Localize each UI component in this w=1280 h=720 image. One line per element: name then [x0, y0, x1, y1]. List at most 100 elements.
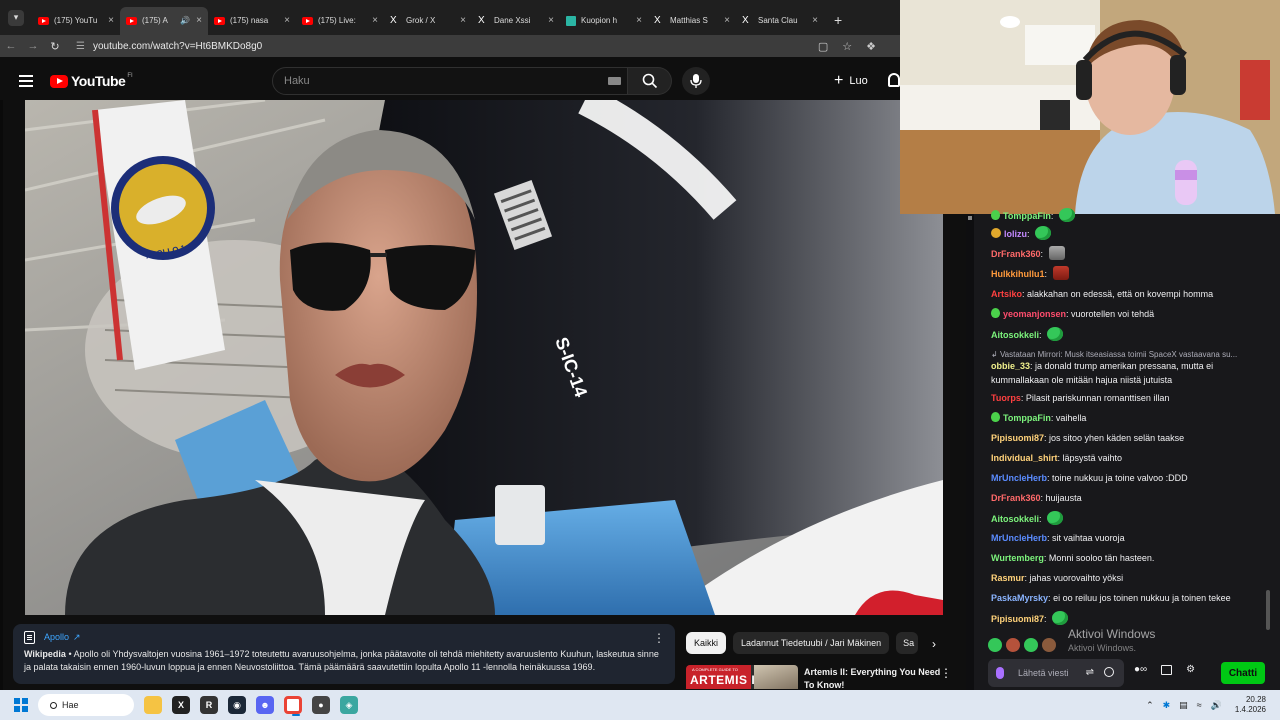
- chat-scrollbar[interactable]: [966, 214, 974, 690]
- url-field[interactable]: ☰ youtube.com/watch?v=Ht6BMKDo8g0: [76, 41, 818, 52]
- chrome-icon[interactable]: [284, 696, 302, 716]
- chevron-right-icon[interactable]: ›: [932, 637, 936, 651]
- chat-emote-icon[interactable]: [1048, 246, 1065, 260]
- network-icon[interactable]: ▤: [1179, 700, 1188, 711]
- bookmark-star-icon[interactable]: ☆: [842, 40, 852, 53]
- chat-username[interactable]: Hulkkihullu1: [991, 269, 1045, 279]
- file-explorer-icon[interactable]: [144, 696, 162, 714]
- close-tab-icon[interactable]: ×: [812, 15, 818, 26]
- emote-icon[interactable]: [1042, 638, 1056, 652]
- page-scrollbar[interactable]: [1266, 590, 1270, 630]
- chat-username[interactable]: MrUncleHerb: [991, 473, 1047, 483]
- discord-icon[interactable]: ☻: [256, 696, 274, 714]
- browser-tab[interactable]: (175) Live: ×: [296, 7, 384, 35]
- browser-tab[interactable]: (175) A 🔊 ×: [120, 6, 208, 35]
- chat-message-input[interactable]: Lähetä viesti ⇌: [988, 659, 1124, 687]
- wifi-icon[interactable]: ≈: [1197, 700, 1202, 710]
- menu-icon[interactable]: [19, 75, 33, 87]
- settings-gear-icon[interactable]: ⚙: [1186, 664, 1195, 675]
- chevron-up-icon[interactable]: ⌃: [1146, 700, 1154, 711]
- recommended-video-title[interactable]: Artemis II: Everything You Need To Know!: [804, 666, 944, 689]
- chat-username[interactable]: obbie_33: [991, 361, 1030, 371]
- close-tab-icon[interactable]: ×: [636, 15, 642, 26]
- info-panel-title[interactable]: Apollo: [44, 631, 69, 644]
- new-tab-button[interactable]: +: [834, 12, 842, 28]
- chat-username[interactable]: Tuorps: [991, 393, 1021, 403]
- chat-username[interactable]: Individual_shirt: [991, 453, 1058, 463]
- chat-username[interactable]: Pipisuomi87: [991, 433, 1044, 443]
- forward-button[interactable]: →: [22, 40, 44, 52]
- video-player[interactable]: S-IC-14 APOLLO 1: [25, 100, 943, 615]
- gold-badge-icon[interactable]: [991, 228, 1001, 238]
- browser-tab[interactable]: (175) YouTu ×: [32, 7, 120, 35]
- more-options-icon[interactable]: ⋮: [653, 632, 665, 645]
- chat-username[interactable]: DrFrank360: [991, 493, 1041, 503]
- site-info-icon[interactable]: ☰: [76, 41, 85, 52]
- tab-search-button[interactable]: ▾: [8, 9, 24, 26]
- close-tab-icon[interactable]: ×: [108, 15, 114, 26]
- browser-tab[interactable]: X Dane Xssi ×: [472, 7, 560, 35]
- chat-username[interactable]: MrUncleHerb: [991, 533, 1047, 543]
- info-panel-header[interactable]: Apollo ↗: [24, 631, 665, 644]
- app-icon[interactable]: ◈: [340, 696, 358, 714]
- video-options-icon[interactable]: ⋮: [940, 666, 952, 680]
- search-button[interactable]: [628, 67, 672, 95]
- chat-username[interactable]: TomppaFin: [1003, 413, 1051, 423]
- obs-icon[interactable]: ●: [312, 696, 330, 714]
- browser-tab[interactable]: X Santa Clau ×: [736, 7, 824, 35]
- reload-button[interactable]: ↻: [44, 40, 66, 53]
- pear-badge-icon[interactable]: [991, 308, 1000, 318]
- create-button[interactable]: + Luo: [824, 67, 878, 95]
- keyboard-icon[interactable]: [608, 77, 621, 85]
- chat-username[interactable]: Aitosokkeli: [991, 514, 1039, 524]
- chat-emote-icon[interactable]: [1035, 226, 1052, 240]
- pear-badge-icon[interactable]: [991, 412, 1000, 422]
- chat-emote-icon[interactable]: [1052, 266, 1069, 280]
- tab-audio-icon[interactable]: 🔊: [180, 16, 190, 25]
- chip-uploader[interactable]: Ladannut Tiedetuubi / Jari Mäkinen: [733, 632, 890, 654]
- chat-emote-icon[interactable]: [1047, 327, 1064, 341]
- emote-icon[interactable]: [1006, 638, 1020, 652]
- browser-tab[interactable]: X Grok / X ×: [384, 7, 472, 35]
- translate-icon[interactable]: ⇌: [1086, 667, 1094, 678]
- chat-username[interactable]: TomppaFin: [1003, 211, 1051, 221]
- windows-start-icon[interactable]: [14, 698, 28, 712]
- external-link-icon[interactable]: ↗: [73, 631, 81, 644]
- store-icon[interactable]: [1161, 664, 1173, 675]
- chip-more[interactable]: Sa: [896, 632, 919, 654]
- close-tab-icon[interactable]: ×: [196, 15, 202, 26]
- bits-icon[interactable]: ●∞: [1134, 664, 1147, 675]
- emoji-icon[interactable]: [1104, 667, 1114, 677]
- microphone-icon[interactable]: [996, 667, 1004, 679]
- chat-username[interactable]: Artsiko: [991, 289, 1022, 299]
- chat-username[interactable]: DrFrank360: [991, 249, 1041, 259]
- close-tab-icon[interactable]: ×: [284, 15, 290, 26]
- close-tab-icon[interactable]: ×: [460, 15, 466, 26]
- chat-emote-icon[interactable]: [1058, 208, 1075, 222]
- browser-tab[interactable]: (175) nasa ×: [208, 7, 296, 35]
- chat-username[interactable]: Wurtemberg: [991, 553, 1044, 563]
- emote-icon[interactable]: [988, 638, 1002, 652]
- notifications-bell-icon[interactable]: [888, 73, 900, 87]
- chat-username[interactable]: Aitosokkeli: [991, 330, 1039, 340]
- close-tab-icon[interactable]: ×: [548, 15, 554, 26]
- chat-username[interactable]: Pipisuomi87: [991, 614, 1044, 624]
- clock[interactable]: 20.28 1.4.2026: [1235, 695, 1266, 715]
- chat-username[interactable]: lolizu: [1004, 229, 1027, 239]
- youtube-logo[interactable]: YouTube FI: [50, 73, 133, 89]
- voice-search-button[interactable]: [682, 67, 710, 95]
- emote-icon[interactable]: [1024, 638, 1038, 652]
- chat-send-button[interactable]: Chatti: [1221, 662, 1265, 684]
- recommended-video[interactable]: A COMPLETE GUIDE TO ARTEMIS II Artemis I…: [686, 665, 956, 689]
- chat-username[interactable]: Rasmur: [991, 573, 1025, 583]
- chat-emote-icon[interactable]: [1052, 611, 1069, 625]
- back-button[interactable]: ←: [0, 40, 22, 52]
- steam-icon[interactable]: ◉: [228, 696, 246, 714]
- close-tab-icon[interactable]: ×: [372, 15, 378, 26]
- close-tab-icon[interactable]: ×: [724, 15, 730, 26]
- chat-username[interactable]: yeomanjonsen: [1003, 309, 1066, 319]
- taskbar-search[interactable]: Hae: [38, 694, 134, 716]
- chat-username[interactable]: PaskaMyrsky: [991, 593, 1048, 603]
- install-app-icon[interactable]: ▢: [818, 40, 828, 53]
- pear-badge-icon[interactable]: [991, 210, 1000, 220]
